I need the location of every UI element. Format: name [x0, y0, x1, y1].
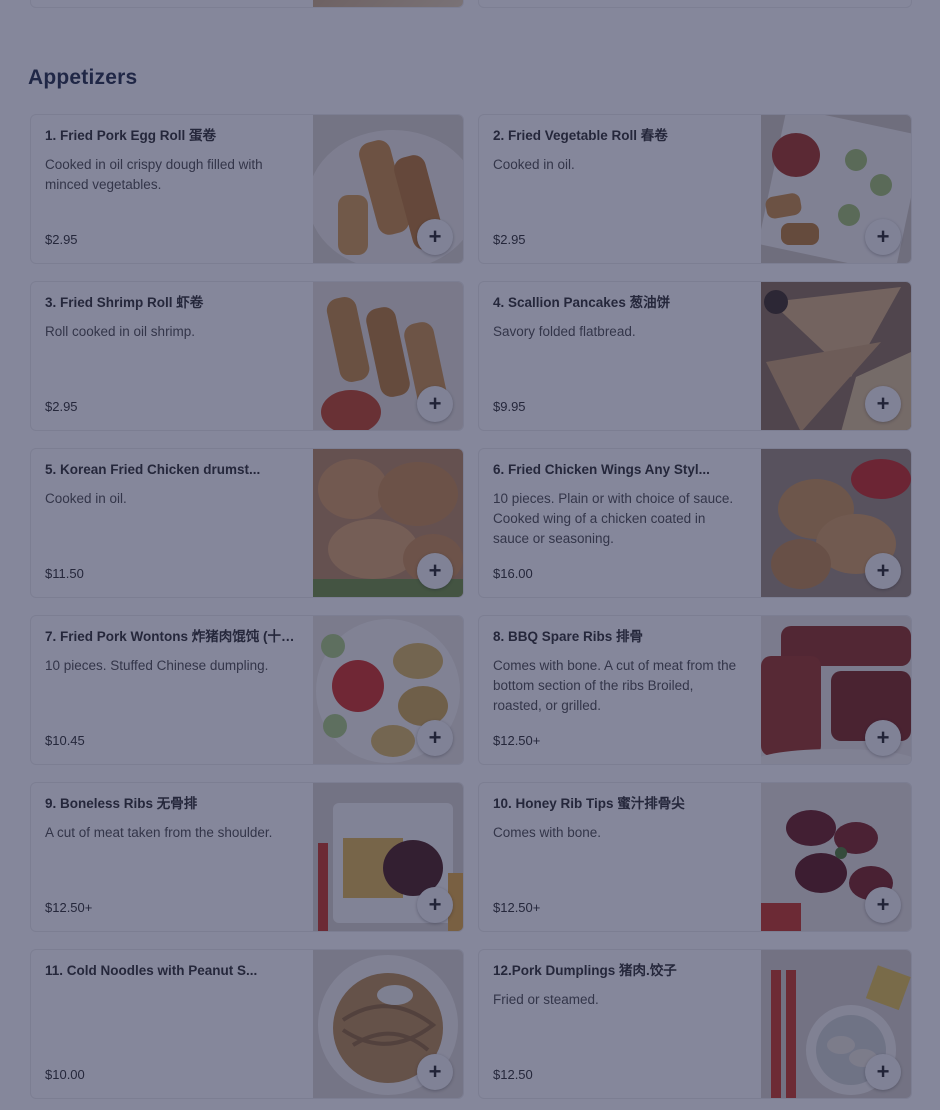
add-to-cart-button[interactable]: +	[865, 219, 901, 255]
menu-item-card[interactable]: 3. Fried Shrimp Roll 虾卷 Roll cooked in o…	[30, 281, 464, 431]
item-name: 5. Korean Fried Chicken drumst...	[45, 462, 261, 477]
item-price: $12.50+	[493, 733, 541, 748]
previous-menu-item-card[interactable]	[30, 0, 464, 8]
item-name: 12.Pork Dumplings 猪肉.饺子	[493, 963, 677, 978]
add-to-cart-button[interactable]: +	[417, 553, 453, 589]
add-to-cart-button[interactable]: +	[865, 1054, 901, 1090]
add-to-cart-button[interactable]: +	[865, 386, 901, 422]
menu-item-card[interactable]: 8. BBQ Spare Ribs 排骨 Comes with bone. A …	[478, 615, 912, 765]
item-price: $11.50	[45, 566, 84, 581]
item-name: 4. Scallion Pancakes 葱油饼	[493, 295, 671, 310]
item-description: Cooked in oil.	[493, 157, 575, 172]
menu-item-card[interactable]: 9. Boneless Ribs 无骨排 A cut of meat taken…	[30, 782, 464, 932]
item-name: 6. Fried Chicken Wings Any Styl...	[493, 462, 710, 477]
add-to-cart-button[interactable]: +	[865, 887, 901, 923]
add-to-cart-button[interactable]: +	[865, 720, 901, 756]
add-to-cart-button[interactable]: +	[417, 386, 453, 422]
menu-item-card[interactable]: 1. Fried Pork Egg Roll 蛋卷 Cooked in oil …	[30, 114, 464, 264]
menu-item-card[interactable]: 4. Scallion Pancakes 葱油饼 Savory folded f…	[478, 281, 912, 431]
menu-item-card[interactable]: 5. Korean Fried Chicken drumst... Cooked…	[30, 448, 464, 598]
menu-item-card[interactable]: 6. Fried Chicken Wings Any Styl... 10 pi…	[478, 448, 912, 598]
menu-item-card[interactable]: 2. Fried Vegetable Roll 春卷 Cooked in oil…	[478, 114, 912, 264]
previous-section-strip	[0, 0, 940, 40]
add-to-cart-button[interactable]: +	[417, 720, 453, 756]
item-name: 1. Fried Pork Egg Roll 蛋卷	[45, 128, 217, 143]
previous-item-photo	[313, 0, 463, 7]
item-description: A cut of meat taken from the shoulder.	[45, 825, 273, 840]
item-price: $2.95	[45, 399, 78, 414]
menu-page: Appetizers 1. Fried Pork Egg Roll 蛋卷 Coo…	[0, 0, 940, 1110]
item-description: Comes with bone. A cut of meat from the …	[493, 658, 737, 713]
section-title: Appetizers	[28, 66, 138, 89]
item-description: Savory folded flatbread.	[493, 324, 636, 339]
item-description: Comes with bone.	[493, 825, 602, 840]
item-price: $10.45	[45, 733, 85, 748]
item-price: $9.95	[493, 399, 526, 414]
item-name: 11. Cold Noodles with Peanut S...	[45, 963, 258, 978]
item-description: Cooked in oil.	[45, 491, 127, 506]
item-name: 9. Boneless Ribs 无骨排	[45, 796, 198, 811]
menu-item-card[interactable]: 7. Fried Pork Wontons 炸猪肉馄饨 (十个) 10 piec…	[30, 615, 464, 765]
item-price: $10.00	[45, 1067, 85, 1082]
item-name: 7. Fried Pork Wontons 炸猪肉馄饨 (十个)	[45, 629, 295, 644]
menu-item-card[interactable]: 11. Cold Noodles with Peanut S... $10.00…	[30, 949, 464, 1099]
previous-menu-item-card[interactable]	[478, 0, 912, 8]
add-to-cart-button[interactable]: +	[417, 219, 453, 255]
item-name: 10. Honey Rib Tips 蜜汁排骨尖	[493, 796, 685, 811]
item-description: Fried or steamed.	[493, 992, 599, 1007]
item-name: 2. Fried Vegetable Roll 春卷	[493, 128, 668, 143]
item-price: $2.95	[45, 232, 78, 247]
menu-item-card[interactable]: 12.Pork Dumplings 猪肉.饺子 Fried or steamed…	[478, 949, 912, 1099]
item-description: Cooked in oil crispy dough filled with m…	[45, 157, 263, 192]
item-description: 10 pieces. Plain or with choice of sauce…	[493, 491, 734, 546]
add-to-cart-button[interactable]: +	[417, 887, 453, 923]
item-price: $2.95	[493, 232, 526, 247]
add-to-cart-button[interactable]: +	[417, 1054, 453, 1090]
item-price: $16.00	[493, 566, 533, 581]
menu-item-card[interactable]: 10. Honey Rib Tips 蜜汁排骨尖 Comes with bone…	[478, 782, 912, 932]
add-to-cart-button[interactable]: +	[865, 553, 901, 589]
item-name: 3. Fried Shrimp Roll 虾卷	[45, 295, 204, 310]
item-description: Roll cooked in oil shrimp.	[45, 324, 196, 339]
item-price: $12.50+	[45, 900, 93, 915]
item-description: 10 pieces. Stuffed Chinese dumpling.	[45, 658, 269, 673]
item-name: 8. BBQ Spare Ribs 排骨	[493, 629, 644, 644]
item-price: $12.50+	[493, 900, 541, 915]
item-price: $12.50	[493, 1067, 533, 1082]
